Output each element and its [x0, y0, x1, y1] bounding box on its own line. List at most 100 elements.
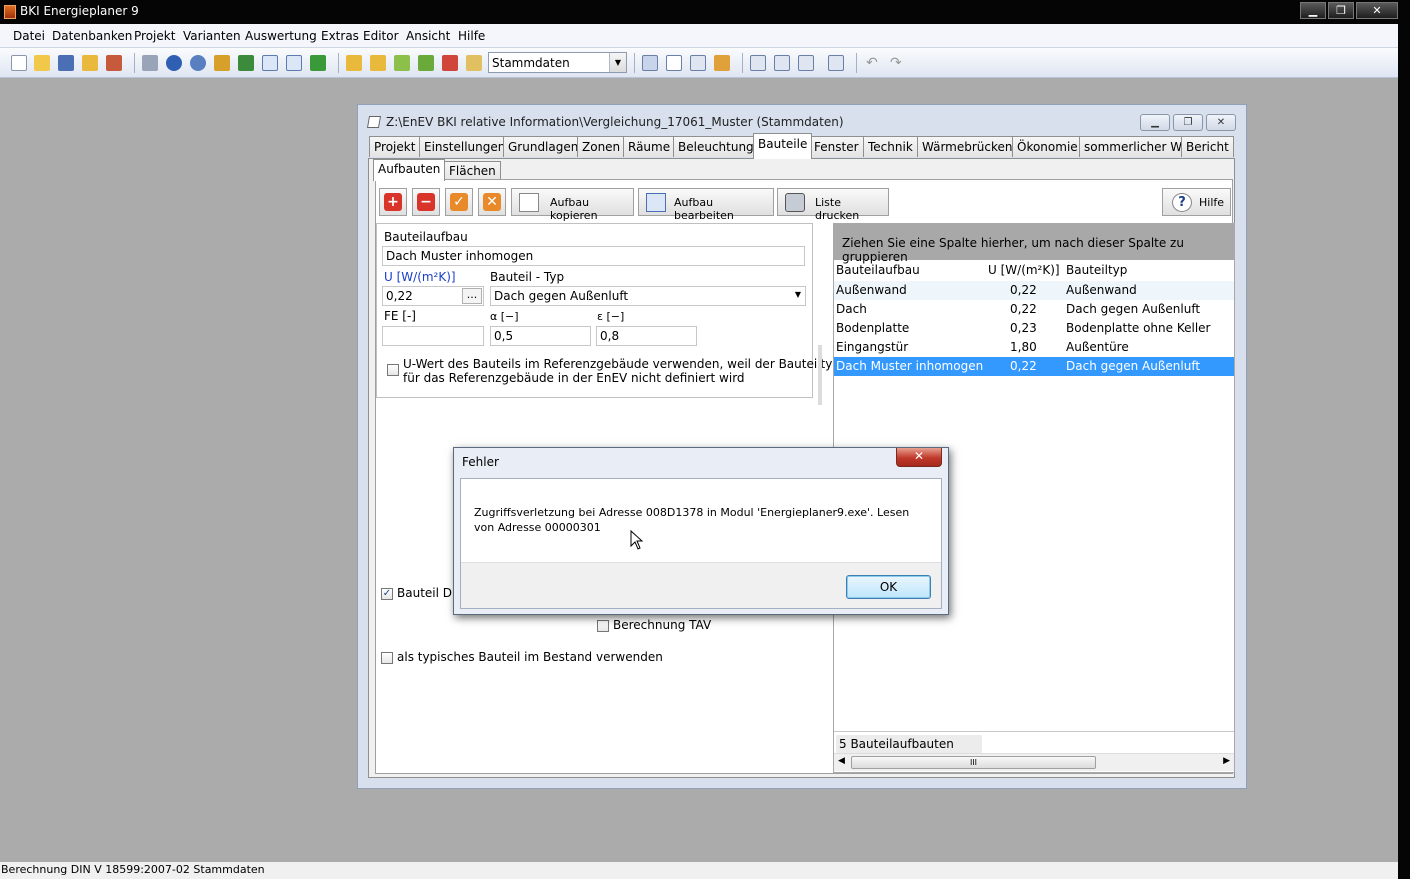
tab-sommerlicher-ws[interactable]: sommerlicher WS: [1079, 136, 1195, 157]
save-icon[interactable]: [58, 55, 74, 71]
group-by-area[interactable]: Ziehen Sie eine Spalte hierher, um nach …: [834, 224, 1234, 264]
stammdaten-select[interactable]: Stammdaten ▼: [488, 52, 627, 73]
tab-grundlagen[interactable]: Grundlagen: [503, 136, 584, 157]
horizontal-scrollbar[interactable]: ◀ III ▶: [834, 753, 1234, 771]
menu-datenbanken[interactable]: Datenbanken: [52, 29, 132, 43]
tab-beleuchtung[interactable]: Beleuchtung: [673, 136, 759, 157]
menu-projekt[interactable]: Projekt: [134, 29, 175, 43]
child-restore-button[interactable]: ❐: [1173, 114, 1203, 131]
add-variant-icon[interactable]: [418, 55, 434, 71]
splitter-handle[interactable]: [818, 345, 822, 405]
typisch-checkbox[interactable]: [381, 652, 393, 664]
tav-checkbox[interactable]: [597, 620, 609, 632]
ok-button[interactable]: OK: [846, 575, 931, 599]
windows-icon[interactable]: [642, 55, 658, 71]
column-header-bauteiltyp[interactable]: Bauteiltyp: [1066, 260, 1127, 280]
tab-bauteile[interactable]: Bauteile: [753, 133, 813, 159]
child-minimize-button[interactable]: ▁: [1140, 114, 1170, 131]
cell-typ: Außentüre: [1066, 340, 1129, 354]
undo-icon[interactable]: ↶: [866, 55, 882, 71]
menu-editor[interactable]: Editor: [363, 29, 399, 43]
menu-varianten[interactable]: Varianten: [183, 29, 241, 43]
table-row[interactable]: Außenwand 0,22 Außenwand: [834, 281, 1234, 300]
scroll-thumb[interactable]: III: [851, 756, 1096, 769]
tab-bericht[interactable]: Bericht: [1181, 136, 1234, 157]
child-close-button[interactable]: ✕: [1206, 114, 1236, 131]
menu-ansicht[interactable]: Ansicht: [406, 29, 450, 43]
menu-extras[interactable]: Extras: [321, 29, 359, 43]
new-file-icon[interactable]: [11, 55, 27, 71]
zoom-icon[interactable]: [690, 55, 706, 71]
copy-doc-icon[interactable]: [370, 55, 386, 71]
remove-button[interactable]: −: [412, 188, 440, 216]
restore-button[interactable]: ❐: [1328, 2, 1354, 19]
subtab-flaechen[interactable]: Flächen: [444, 161, 501, 181]
menu-hilfe[interactable]: Hilfe: [458, 29, 485, 43]
confirm-button[interactable]: ✓: [445, 188, 473, 216]
table-row-selected[interactable]: Dach Muster inhomogen 0,22 Dach gegen Au…: [834, 357, 1234, 376]
delete-doc-icon[interactable]: [442, 55, 458, 71]
minimize-button[interactable]: ▁: [1300, 2, 1326, 19]
info-icon[interactable]: [190, 55, 206, 71]
table-row[interactable]: Bodenplatte 0,23 Bodenplatte ohne Keller: [834, 319, 1234, 338]
u-value-ellipsis-button[interactable]: ...: [462, 288, 482, 304]
app-logo-icon: [4, 5, 16, 19]
layout-cols-icon[interactable]: [774, 55, 790, 71]
calendar-icon[interactable]: [286, 55, 302, 71]
column-header-bauteilaufbau[interactable]: Bauteilaufbau: [836, 260, 920, 280]
print-list-button[interactable]: Liste drucken: [777, 188, 889, 222]
table-icon[interactable]: [262, 55, 278, 71]
tab-waermebruecken[interactable]: Wärmebrücken: [917, 136, 1018, 157]
bauteil-druck-checkbox[interactable]: ✓: [381, 588, 393, 600]
tab-raeume[interactable]: Räume: [623, 136, 676, 157]
menu-datei[interactable]: Datei: [13, 29, 45, 43]
layout-rows-icon[interactable]: [750, 55, 766, 71]
open-folder-icon[interactable]: [34, 55, 50, 71]
scroll-left-icon[interactable]: ◀: [838, 756, 845, 766]
alpha-input[interactable]: 0,5: [490, 326, 591, 346]
add-doc-icon[interactable]: [394, 55, 410, 71]
cancel-button[interactable]: ✕: [478, 188, 506, 216]
help-icon[interactable]: [166, 55, 182, 71]
save-as-icon[interactable]: [82, 55, 98, 71]
cascade-icon[interactable]: [798, 55, 814, 71]
close-button[interactable]: ✕: [1356, 2, 1398, 19]
tab-fenster[interactable]: Fenster: [809, 136, 864, 157]
subtab-aufbauten[interactable]: Aufbauten: [373, 159, 446, 181]
tab-zonen[interactable]: Zonen: [577, 136, 626, 157]
ref-building-checkbox[interactable]: [387, 364, 399, 376]
house-icon[interactable]: [714, 55, 730, 71]
edit-doc-icon[interactable]: [346, 55, 362, 71]
copy-aufbau-button[interactable]: Aufbau kopieren: [511, 188, 634, 222]
epsilon-input[interactable]: 0,8: [596, 326, 697, 346]
chevron-down-icon[interactable]: ▼: [609, 53, 626, 72]
key-icon[interactable]: [214, 55, 230, 71]
page-icon[interactable]: [666, 55, 682, 71]
add-button[interactable]: +: [379, 188, 407, 216]
question-icon: ?: [1172, 193, 1192, 212]
bauteil-typ-select[interactable]: Dach gegen Außenluft ▼: [490, 286, 806, 306]
calculator-icon[interactable]: [142, 55, 158, 71]
run-icon[interactable]: [310, 55, 326, 71]
column-header-u[interactable]: U [W/(m²K)]: [988, 260, 1060, 280]
redo-icon[interactable]: ↷: [890, 55, 906, 71]
fe-input[interactable]: [382, 326, 484, 346]
bauteilaufbau-input[interactable]: Dach Muster inhomogen: [382, 246, 805, 266]
help-button[interactable]: ? Hilfe: [1162, 188, 1231, 216]
chart-icon[interactable]: [238, 55, 254, 71]
check-doc-icon[interactable]: [466, 55, 482, 71]
tab-projekt[interactable]: Projekt: [369, 136, 421, 157]
tab-einstellungen[interactable]: Einstellungen: [419, 136, 511, 157]
tab-technik[interactable]: Technik: [863, 136, 918, 157]
menu-auswertung[interactable]: Auswertung: [245, 29, 317, 43]
edit-aufbau-button[interactable]: Aufbau bearbeiten: [638, 188, 774, 222]
minus-icon: −: [417, 193, 435, 211]
tile-icon[interactable]: [828, 55, 844, 71]
dialog-close-button[interactable]: ✕: [896, 448, 942, 467]
table-row[interactable]: Eingangstür 1,80 Außentüre: [834, 338, 1234, 357]
tab-oekonomie[interactable]: Ökonomie: [1012, 136, 1083, 157]
scroll-right-icon[interactable]: ▶: [1223, 756, 1230, 766]
export-icon[interactable]: [106, 55, 122, 71]
dialog-message: Zugriffsverletzung bei Adresse 008D1378 …: [474, 506, 910, 534]
table-row[interactable]: Dach 0,22 Dach gegen Außenluft: [834, 300, 1234, 319]
